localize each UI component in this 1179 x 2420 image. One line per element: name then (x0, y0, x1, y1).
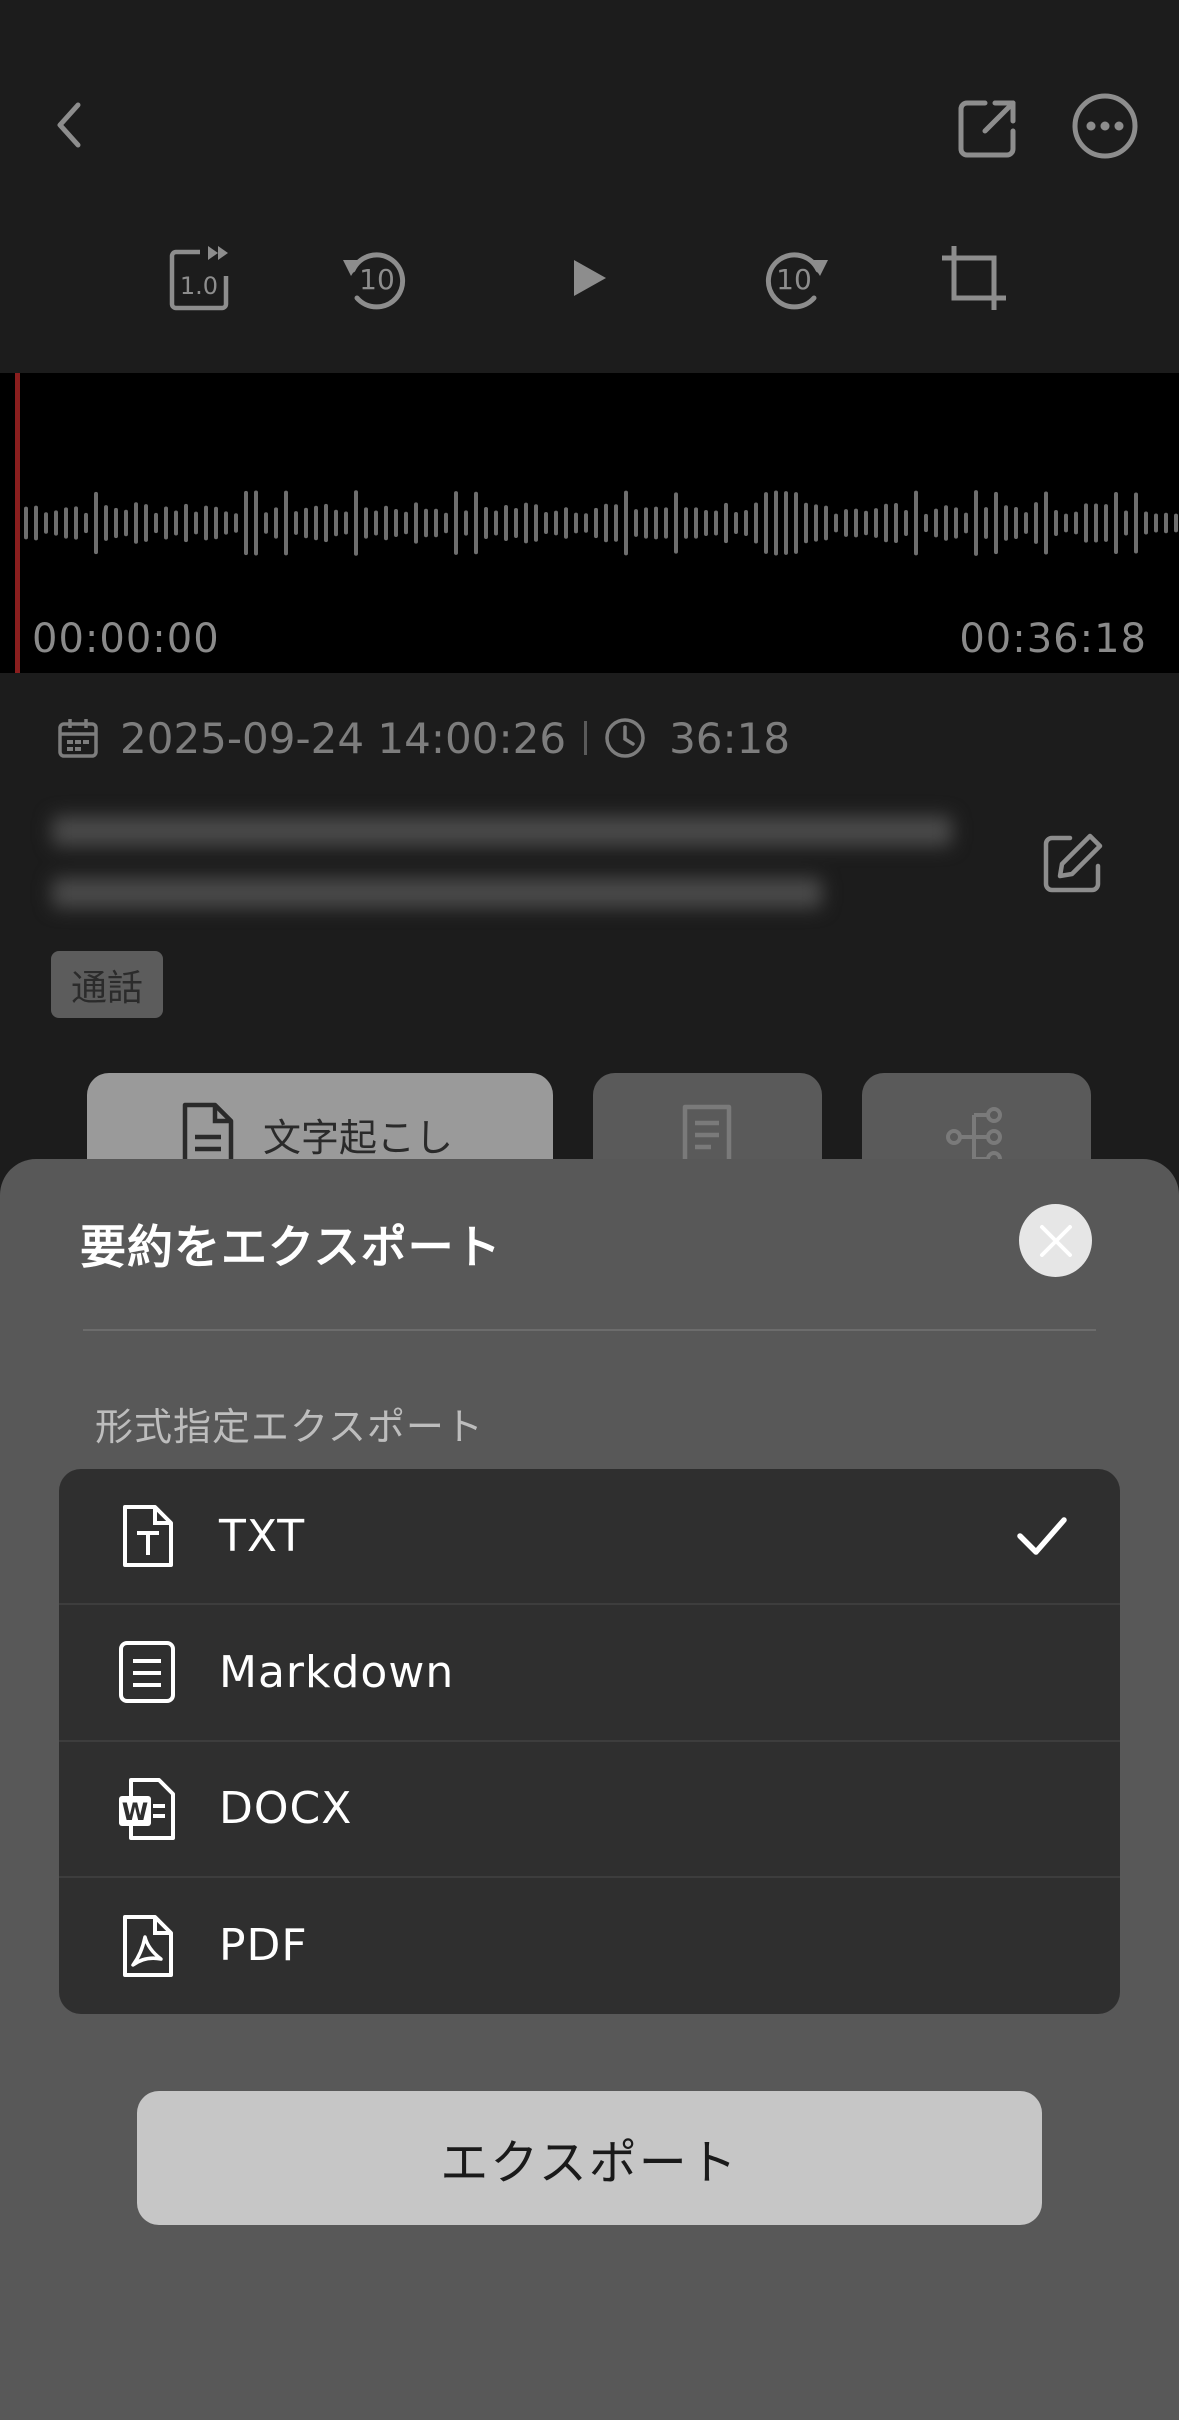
recording-date: 2025-09-24 14:00:26 (120, 713, 567, 763)
markdown-file-icon (119, 1641, 175, 1704)
play-icon (574, 260, 606, 296)
play-button[interactable] (546, 236, 630, 320)
time-start: 00:00:00 (32, 616, 220, 662)
back-button[interactable] (40, 90, 100, 160)
sheet-divider (83, 1329, 1096, 1331)
svg-text:W: W (122, 1798, 148, 1826)
time-end: 00:36:18 (959, 616, 1147, 662)
format-option-docx[interactable]: W DOCX (59, 1742, 1120, 1878)
close-button[interactable] (1019, 1204, 1092, 1277)
speed-icon: 1.0 (169, 246, 229, 311)
waveform[interactable]: 00:00:00 00:36:18 (0, 373, 1179, 673)
meta-separator (584, 721, 588, 755)
more-icon (1072, 93, 1138, 159)
format-label: TXT (219, 1510, 306, 1562)
section-label: 形式指定エクスポート (95, 1405, 484, 1449)
recording-meta: 2025-09-24 14:00:26 36:18 (56, 710, 790, 766)
format-label: PDF (219, 1920, 308, 1972)
close-icon (1039, 1224, 1072, 1257)
crop-icon (942, 246, 1006, 310)
share-icon (958, 100, 1016, 158)
sheet-title: 要約をエクスポート (80, 1220, 502, 1274)
export-button[interactable]: エクスポート (137, 2091, 1042, 2225)
forward-10-icon: 10 (765, 252, 828, 310)
clock-icon (605, 718, 645, 758)
pdf-file-icon (123, 1914, 173, 1977)
format-option-pdf[interactable]: PDF (59, 1878, 1120, 2014)
more-button[interactable] (1070, 88, 1140, 164)
rewind-10-icon: 10 (343, 252, 406, 310)
summary-preview-blurred (52, 800, 992, 930)
playback-speed-button[interactable]: 1.0 (158, 236, 242, 320)
format-option-markdown[interactable]: Markdown (59, 1605, 1120, 1742)
rewind-10-button[interactable]: 10 (333, 236, 417, 320)
recording-duration: 36:18 (669, 713, 791, 763)
format-option-txt[interactable]: TXT (59, 1469, 1120, 1606)
speed-value: 1.0 (180, 272, 218, 300)
export-sheet: 要約をエクスポート 形式指定エクスポート TXT Markdown W DOCX… (0, 1159, 1179, 2420)
word-file-icon: W (119, 1777, 175, 1840)
txt-file-icon (123, 1505, 173, 1568)
category-tag[interactable]: 通話 (51, 951, 164, 1018)
edit-icon (1043, 833, 1103, 893)
check-icon (1017, 1517, 1067, 1555)
format-list: TXT Markdown W DOCX PDF (59, 1469, 1120, 2014)
forward-10-button[interactable]: 10 (754, 236, 838, 320)
rewind-seconds: 10 (359, 263, 395, 296)
edit-title-button[interactable] (1040, 830, 1106, 896)
playhead[interactable] (15, 373, 20, 673)
calendar-icon (58, 719, 98, 758)
crop-button[interactable] (932, 236, 1016, 320)
format-label: DOCX (219, 1783, 353, 1835)
forward-seconds: 10 (776, 263, 812, 296)
share-button[interactable] (950, 90, 1026, 166)
format-label: Markdown (219, 1646, 455, 1698)
tab-transcript-label: 文字起こし (263, 1116, 454, 1160)
chevron-left-icon (57, 102, 81, 148)
